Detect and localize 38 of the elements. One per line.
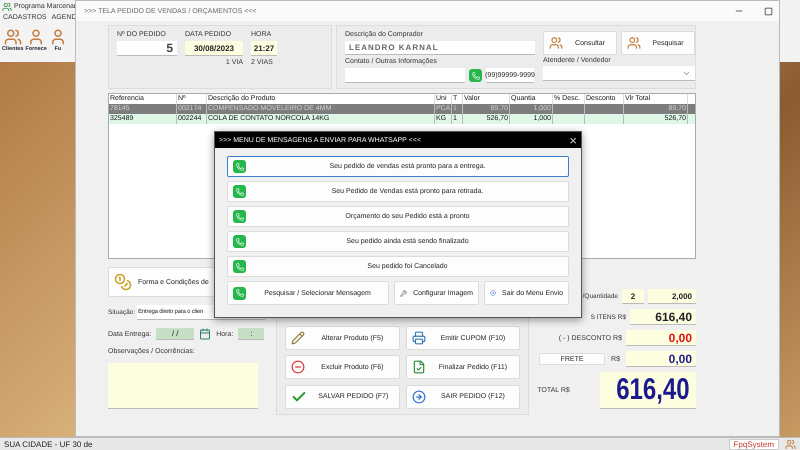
order-number-field[interactable]: 5 [117, 41, 177, 56]
notes-field[interactable] [108, 363, 258, 409]
whatsapp-icon [233, 235, 246, 248]
total-field: 616,40 [600, 372, 696, 409]
items-count-field: 2 [622, 289, 644, 304]
time-field[interactable]: 21:27 [251, 41, 277, 56]
whatsapp-icon [233, 286, 246, 300]
printer-icon [412, 331, 426, 345]
whatsapp-icon [233, 185, 246, 198]
calendar-icon[interactable] [199, 328, 212, 340]
document-check-icon [412, 360, 426, 374]
items-total-field: 616,40 [630, 309, 696, 325]
delivery-time-field[interactable]: : [238, 328, 264, 340]
freight-field: 0,00 [626, 351, 696, 367]
whatsapp-icon [233, 260, 246, 273]
location-text: SUA CIDADE - UF 30 de [4, 440, 92, 448]
whatsapp-icon [233, 210, 246, 223]
coins-icon [114, 273, 132, 291]
whatsapp-icon [233, 160, 246, 173]
arrow-circle-icon [412, 390, 426, 404]
quantity-field: 2,000 [648, 289, 696, 304]
maximize-icon[interactable] [764, 6, 773, 16]
whatsapp-icon[interactable] [469, 69, 482, 82]
people-icon [785, 438, 796, 450]
minus-circle-icon [291, 360, 305, 374]
people-icon [627, 36, 641, 50]
pencil-icon [291, 331, 305, 345]
order-date-field[interactable]: 30/08/2023 [185, 41, 243, 56]
brand-label: FpqSystem [728, 438, 779, 450]
seller-select[interactable] [543, 66, 695, 81]
contact-field[interactable] [345, 68, 465, 83]
buyer-field[interactable]: LEANDRO KARNAL [345, 41, 535, 55]
close-button[interactable]: × [569, 134, 577, 146]
discount-field: 0,00 [626, 330, 696, 346]
app-logo-icon [2, 2, 12, 12]
delivery-date-field[interactable]: / / [156, 328, 194, 340]
people-icon [549, 36, 563, 50]
people-icon[interactable] [4, 28, 22, 46]
